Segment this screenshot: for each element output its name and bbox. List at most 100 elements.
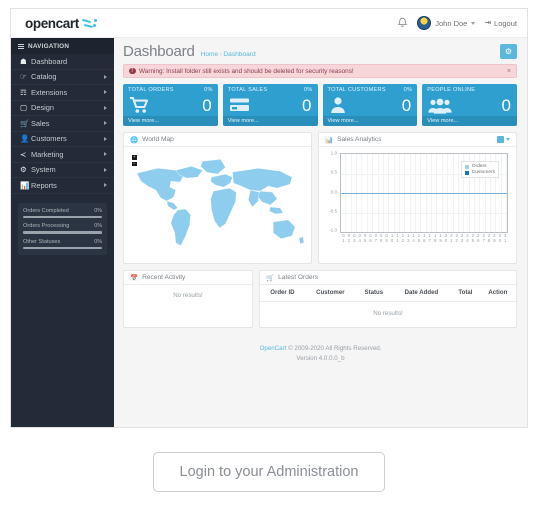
x-tick-label: 03 [353, 233, 356, 243]
legend-swatch [465, 164, 470, 169]
x-tick-label: 06 [369, 233, 372, 243]
x-tick-label: 05 [363, 233, 367, 243]
x-tick-label: 19 [439, 233, 442, 243]
panel-title-label: Sales Analytics [337, 136, 382, 143]
column-customer: Customer [304, 285, 357, 302]
card-footer-label: View more... [128, 118, 159, 124]
footer-brand-link[interactable]: OpenCart [260, 345, 287, 352]
x-tick-label: 16 [423, 233, 426, 243]
x-tick-label: 14 [412, 233, 415, 243]
sidebar-item-sales[interactable]: 🛒 Sales [11, 116, 114, 132]
hamburger-icon[interactable] [18, 43, 24, 50]
settings-button[interactable]: ⚙ [500, 43, 517, 59]
cart-icon: 🛒 [266, 274, 275, 282]
sidebar-item-customers[interactable]: 👤 Customers [11, 132, 114, 147]
sidebar-item-system[interactable]: ⚙ System [11, 163, 114, 178]
legend-item-customers: Customers [465, 170, 495, 175]
y-tick-label: 1.0 [330, 150, 337, 156]
activity-empty-text: No results! [173, 292, 203, 299]
sidebar-item-dashboard[interactable]: ☗ Dashboard [11, 54, 114, 70]
chevron-down-icon [506, 138, 510, 141]
user-menu[interactable]: John Doe [417, 16, 476, 30]
map-zoom-in-button[interactable]: + [132, 155, 137, 160]
x-tick-label: 30 [498, 233, 502, 243]
sidebar: NAVIGATION ☗ Dashboard ☞ Catalog ☶ Exten… [11, 38, 114, 427]
x-tick-label: 07 [374, 233, 378, 243]
sidebar-item-label: Design [31, 103, 55, 113]
page-header: Dashboard Home › Dashboard ⚙ [114, 38, 527, 64]
breadcrumb-home[interactable]: Home [201, 51, 219, 58]
card-value: 0 [401, 95, 412, 115]
card-value: 0 [202, 95, 212, 115]
footer-copyright: © 2009-2020 All Rights Reserved. [288, 345, 382, 352]
dashboard-panels: 🌐 World Map + − 📊 Sales Analytics 1.0 0.… [114, 126, 527, 264]
gear-icon: ⚙ [504, 46, 513, 56]
chevron-right-icon [104, 105, 107, 110]
card-title: TOTAL ORDERS [128, 86, 174, 93]
latest-orders-panel: 🛒 Latest Orders Order ID Customer Status… [259, 270, 517, 328]
progress-percent: 0% [94, 238, 102, 245]
home-icon: ☗ [20, 56, 27, 66]
map-zoom-out-button[interactable]: − [132, 161, 137, 166]
column-total: Total [451, 285, 480, 302]
card-view-more[interactable]: View more... [422, 116, 517, 126]
bell-icon[interactable] [397, 17, 408, 29]
x-tick-label: 10 [390, 233, 394, 243]
chart-range-dropdown[interactable] [497, 136, 510, 143]
sidebar-item-label: Sales [31, 118, 50, 128]
chevron-right-icon [104, 152, 107, 157]
breadcrumb-current[interactable]: Dashboard [223, 51, 255, 58]
x-tick-label: 23 [460, 233, 464, 243]
order-status-progress: Orders Completed 0% Orders Processing 0%… [18, 202, 107, 256]
card-footer-label: View more... [227, 118, 259, 124]
calendar-icon [497, 136, 504, 143]
install-folder-warning: ! Warning: Install folder still exists a… [123, 64, 517, 78]
sidebar-item-design[interactable]: ▢ Design [11, 101, 114, 116]
chevron-right-icon [104, 121, 107, 126]
progress-other-statuses: Other Statuses 0% [23, 239, 102, 250]
sidebar-item-marketing[interactable]: ≺ Marketing [11, 147, 114, 163]
table-header-row: Order ID Customer Status Date Added Tota… [260, 285, 516, 302]
map-zoom-controls[interactable]: + − [132, 155, 137, 168]
card-view-more[interactable]: View more... [222, 116, 318, 126]
top-bar-actions: John Doe ⇥ Logout [397, 16, 517, 30]
logout-button[interactable]: ⇥ Logout [484, 19, 517, 28]
card-title: PEOPLE ONLINE [427, 86, 476, 93]
footer-version: Version 4.0.0.0_b [296, 354, 345, 362]
brand-name: opencart [25, 15, 79, 31]
card-footer-label: View more... [427, 118, 459, 124]
sidebar-item-reports[interactable]: 📊 Reports [11, 178, 114, 194]
y-tick-label: -0.5 [329, 208, 337, 214]
progress-orders-processing: Orders Processing 0% [23, 223, 102, 234]
sidebar-item-label: Marketing [31, 149, 64, 159]
login-to-administration-button[interactable]: Login to your Administration [152, 452, 386, 492]
admin-window: opencart John Doe ⇥ Logout NAVIGATION ☗ … [10, 8, 528, 428]
x-tick-label: 21 [450, 233, 453, 243]
legend-label: Orders [471, 164, 487, 169]
chart-plot-area: Orders Customers [340, 153, 508, 233]
card-view-more[interactable]: View more... [322, 116, 418, 126]
page-title: Dashboard [123, 42, 195, 60]
puzzle-icon: ☶ [20, 87, 27, 97]
stat-cards: TOTAL ORDERS 0% 0 View more... TOTAL SAL… [114, 78, 527, 126]
progress-track [23, 231, 102, 234]
brand-logo[interactable]: opencart [25, 16, 99, 31]
sidebar-header-label: NAVIGATION [28, 42, 70, 50]
cart-icon [129, 96, 150, 114]
x-tick-label: 20 [444, 233, 448, 243]
close-icon[interactable]: × [507, 68, 511, 75]
sidebar-item-extensions[interactable]: ☶ Extensions [11, 85, 114, 101]
world-map[interactable]: + − [128, 151, 307, 259]
chart-legend: Orders Customers [461, 161, 499, 178]
panel-title-label: Latest Orders [278, 274, 319, 281]
card-total-orders: TOTAL ORDERS 0% 0 View more... [123, 84, 218, 126]
latest-orders-table: Order ID Customer Status Date Added Tota… [260, 285, 516, 327]
table-row: No results! [260, 302, 516, 328]
progress-label: Orders Processing [23, 223, 70, 230]
card-view-more[interactable]: View more... [123, 116, 218, 126]
column-date-added: Date Added [391, 285, 452, 302]
x-tick-label: 28 [487, 233, 491, 243]
progress-label: Orders Completed [23, 207, 69, 214]
sidebar-item-catalog[interactable]: ☞ Catalog [11, 70, 114, 85]
progress-percent: 0% [94, 207, 102, 214]
